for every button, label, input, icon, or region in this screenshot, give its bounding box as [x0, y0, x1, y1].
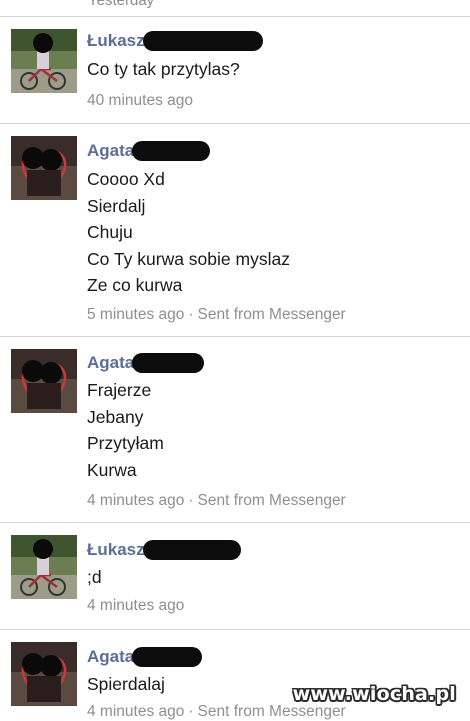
message-timestamp[interactable]: 4 minutes ago	[87, 597, 184, 614]
message-line: Jebany	[87, 406, 144, 427]
message-line: Co Ty kurwa sobie myslaz	[87, 248, 290, 269]
message-timestamp[interactable]: 4 minutes ago	[87, 703, 184, 720]
couple-heart-photo-icon	[11, 349, 77, 413]
message-line: Sierdalj	[87, 195, 146, 216]
message-timestamp[interactable]: 40 minutes ago	[87, 92, 193, 109]
avatar-agata[interactable]	[11, 349, 77, 413]
message-timestamp[interactable]: 5 minutes ago	[87, 306, 184, 323]
message-timestamp[interactable]: 4 minutes ago	[87, 492, 184, 509]
message-item: Agata Coooo Xd Sierdalj Chuju Co Ty kurw…	[0, 124, 470, 336]
message-line: Co ty tak przytylas?	[87, 59, 240, 79]
message-source[interactable]: Sent from Messenger	[198, 492, 346, 509]
redaction-bar	[132, 141, 211, 161]
message-source[interactable]: Sent from Messenger	[198, 703, 346, 720]
message-meta: 4 minutes ago · Sent from Messenger	[87, 703, 346, 721]
message-item: Łukasz Co ty tak przytylas? 40 minutes a…	[0, 16, 470, 123]
message-meta: 4 minutes ago · Sent from Messenger	[87, 492, 346, 510]
meta-separator: ·	[188, 703, 194, 720]
message-item: Agata Spierdalaj 4 minutes ago · Sent from…	[0, 630, 470, 720]
sender-name[interactable]: Łukasz	[87, 29, 145, 53]
meta-separator: ·	[188, 492, 194, 509]
message-line: ;d	[87, 567, 102, 587]
message-text: ;d	[87, 564, 102, 591]
avatar-lukasz[interactable]	[11, 29, 77, 93]
sender-name[interactable]: Agata	[87, 351, 134, 375]
message-meta: 5 minutes ago · Sent from Messenger	[87, 306, 346, 324]
redaction-bar	[132, 353, 205, 373]
redaction-bar	[132, 647, 203, 667]
sender-name[interactable]: Agata	[87, 645, 134, 669]
boy-bicycle-photo-icon	[11, 29, 77, 93]
message-line: Spierdalaj	[87, 674, 165, 694]
avatar-agata[interactable]	[11, 136, 77, 200]
message-line: Frajerze	[87, 380, 152, 400]
sender-row: Agata	[87, 139, 211, 163]
message-item: Agata Frajerze Jebany Przytyłam Kurwa 4 …	[0, 337, 470, 522]
message-text: Frajerze Jebany Przytyłam Kurwa	[87, 377, 164, 483]
previous-message-timestamp-partial: Yesterday	[88, 0, 155, 9]
sender-name[interactable]: Łukasz	[87, 538, 145, 562]
sender-row: Łukasz	[87, 538, 241, 562]
message-text: Spierdalaj	[87, 671, 165, 698]
message-line: Kurwa	[87, 459, 137, 480]
message-line: Coooo Xd	[87, 169, 165, 189]
redaction-bar	[142, 540, 241, 560]
message-item: Łukasz ;d 4 minutes ago	[0, 523, 470, 629]
avatar-agata[interactable]	[11, 642, 77, 706]
couple-heart-photo-icon	[11, 642, 77, 706]
message-meta: 40 minutes ago	[87, 92, 193, 110]
message-text: Co ty tak przytylas?	[87, 56, 240, 83]
message-line: Ze co kurwa	[87, 275, 183, 295]
sender-row: Agata	[87, 645, 203, 669]
avatar-lukasz[interactable]	[11, 535, 77, 599]
message-line: Chuju	[87, 222, 133, 242]
redaction-bar	[142, 31, 263, 51]
message-meta: 4 minutes ago	[87, 597, 184, 615]
boy-bicycle-photo-icon	[11, 535, 77, 599]
site-watermark: www.wiocha.pl	[292, 683, 456, 705]
couple-heart-photo-icon	[11, 136, 77, 200]
message-line: Przytyłam	[87, 433, 164, 453]
message-source[interactable]: Sent from Messenger	[198, 306, 346, 323]
sender-row: Łukasz	[87, 29, 263, 53]
sender-row: Agata	[87, 351, 205, 375]
message-text: Coooo Xd Sierdalj Chuju Co Ty kurwa sobi…	[87, 166, 290, 299]
meta-separator: ·	[188, 306, 194, 323]
sender-name[interactable]: Agata	[87, 139, 134, 163]
